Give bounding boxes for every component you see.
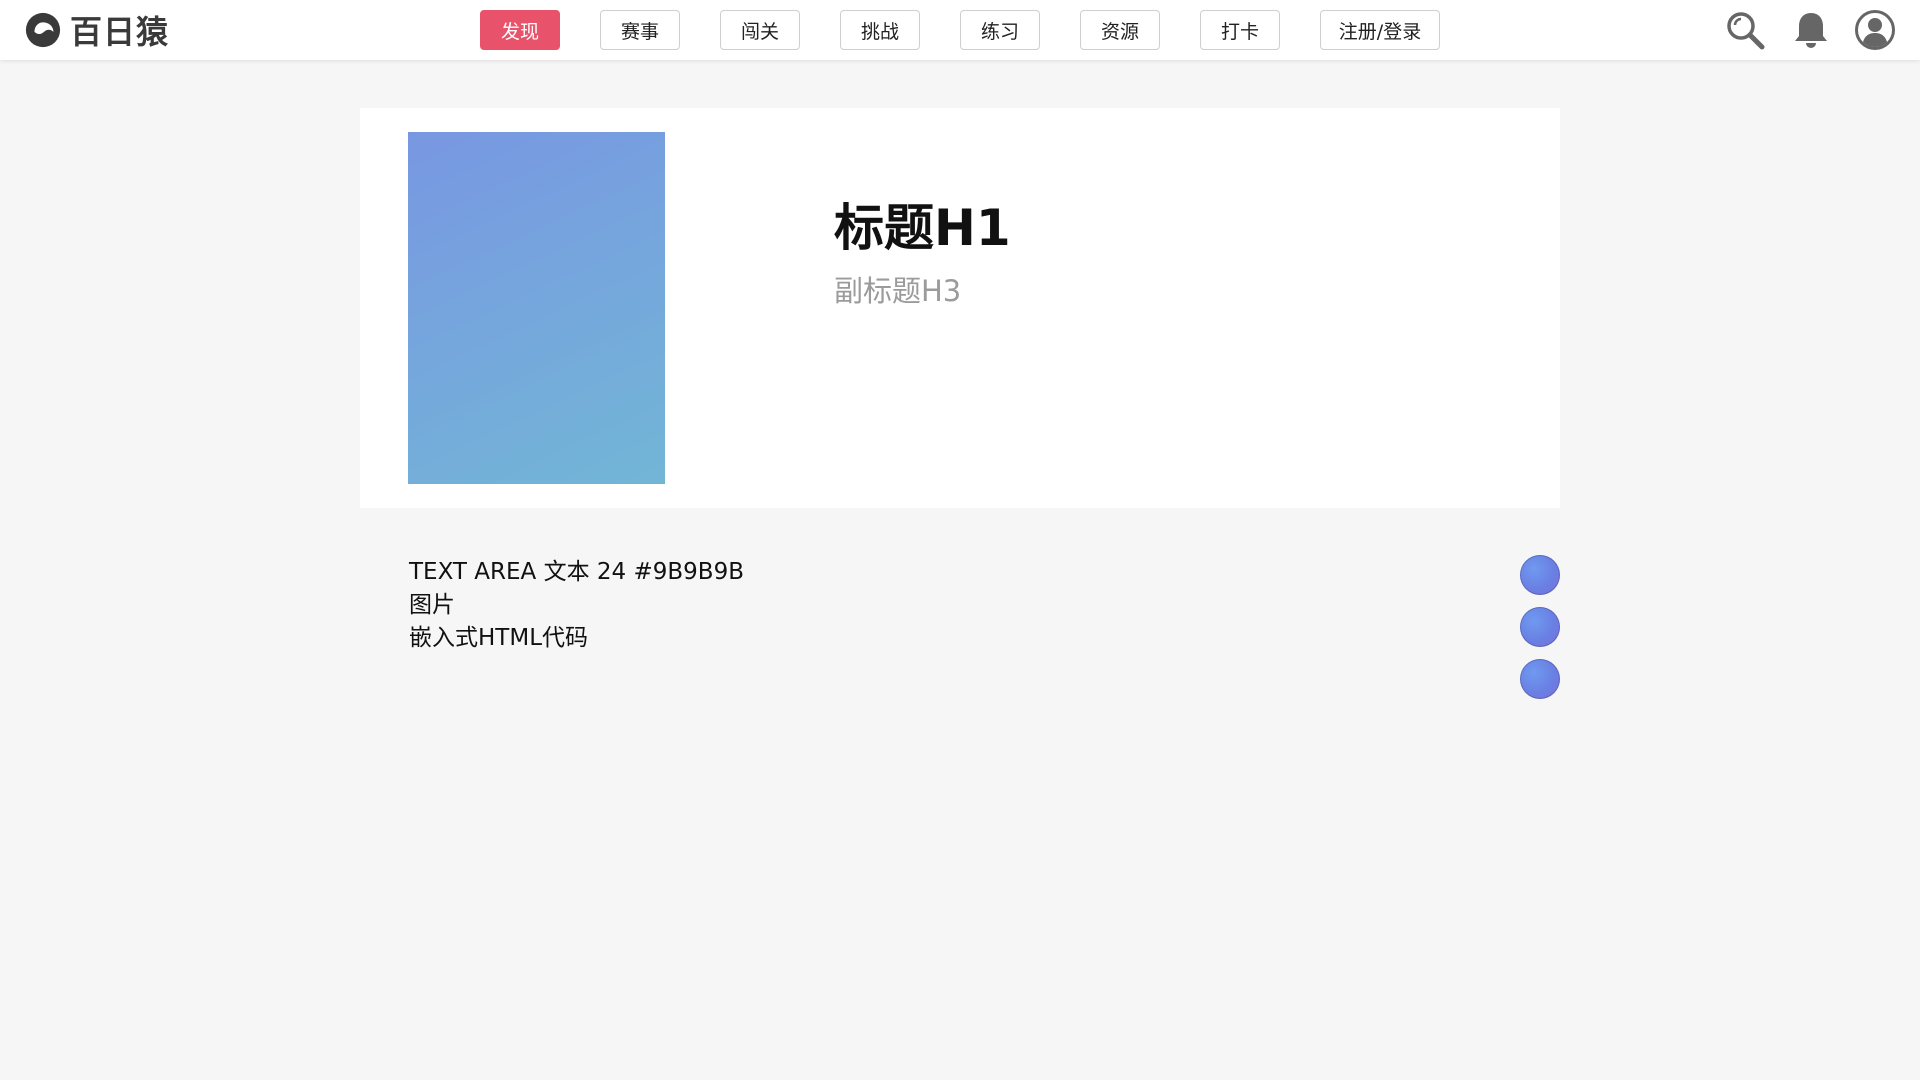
text-line: 图片 xyxy=(409,592,455,618)
side-action-button-3[interactable] xyxy=(1520,659,1560,699)
tab-competitions[interactable]: 赛事 xyxy=(600,10,680,50)
tab-practice[interactable]: 练习 xyxy=(960,10,1040,50)
tab-register-login[interactable]: 注册/登录 xyxy=(1320,10,1440,50)
top-navigation-bar: 百日猿 发现 赛事 闯关 挑战 练习 资源 打卡 注册/登录 xyxy=(0,0,1920,60)
hero-card: 标题H1 副标题H3 xyxy=(360,108,1560,508)
text-line: TEXT AREA 文本 24 #9B9B9B xyxy=(409,559,744,585)
notifications-button[interactable] xyxy=(1789,8,1833,52)
cover-image xyxy=(408,132,665,484)
logo-mark-icon xyxy=(25,12,61,48)
content-text-area: TEXT AREA 文本 24 #9B9B9B 图片 嵌入式HTML代码 xyxy=(409,556,744,655)
tab-challenges[interactable]: 挑战 xyxy=(840,10,920,50)
tab-resources[interactable]: 资源 xyxy=(1080,10,1160,50)
logo-text: 百日猿 xyxy=(70,13,170,51)
side-action-button-1[interactable] xyxy=(1520,555,1560,595)
user-icon xyxy=(1855,10,1895,50)
brand-logo[interactable]: 百日猿 xyxy=(24,9,169,51)
user-account-button[interactable] xyxy=(1853,8,1897,52)
side-action-button-2[interactable] xyxy=(1520,607,1560,647)
tab-discover[interactable]: 发现 xyxy=(480,10,560,50)
bell-icon xyxy=(1795,13,1827,48)
tab-checkin[interactable]: 打卡 xyxy=(1200,10,1280,50)
page-subtitle: 副标题H3 xyxy=(834,274,962,308)
search-icon xyxy=(1727,12,1765,50)
tab-levels[interactable]: 闯关 xyxy=(720,10,800,50)
page-title: 标题H1 xyxy=(834,199,1011,257)
text-line: 嵌入式HTML代码 xyxy=(409,625,589,651)
search-button[interactable] xyxy=(1723,8,1767,52)
